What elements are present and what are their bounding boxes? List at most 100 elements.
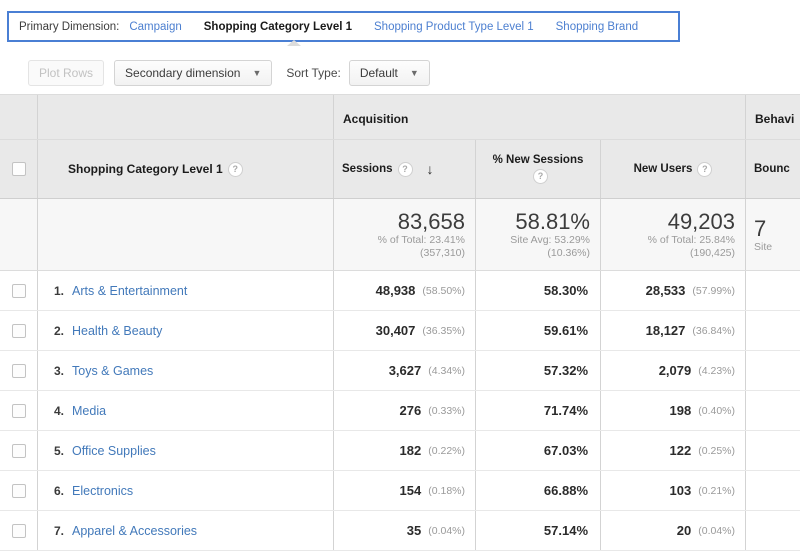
column-header-dimension[interactable]: Shopping Category Level 1 ?	[37, 140, 333, 198]
row-new-sessions-pct-cell: 59.61%	[475, 311, 600, 350]
row-sessions-pct: (4.34%)	[428, 364, 465, 377]
row-select-checkbox-cell	[0, 431, 37, 470]
row-sessions-pct: (36.35%)	[422, 324, 465, 337]
chevron-down-icon: ▼	[252, 67, 262, 78]
summary-new-users-value: 49,203	[667, 209, 735, 234]
help-icon[interactable]: ?	[697, 161, 713, 177]
row-dimension-cell: 6. Electronics	[37, 471, 333, 510]
row-new-users-pct: (0.21%)	[698, 484, 735, 497]
table-group-header-row: Acquisition Behavi	[0, 95, 800, 140]
row-bounce-rate-cell	[745, 471, 800, 510]
row-bounce-rate-cell	[745, 511, 800, 550]
table-row[interactable]: 1. Arts & Entertainment 48,938 (58.50%) …	[0, 271, 800, 311]
row-dimension-link[interactable]: Toys & Games	[72, 364, 153, 378]
help-icon[interactable]: ?	[397, 161, 413, 177]
chevron-down-icon: ▼	[409, 67, 419, 78]
row-dimension-link[interactable]: Health & Beauty	[72, 324, 162, 338]
secondary-dimension-label: Secondary dimension	[125, 66, 241, 80]
select-all-checkbox[interactable]	[11, 162, 26, 176]
row-new-sessions-pct-value: 66.88%	[543, 483, 588, 498]
summary-new-sessions-pct-sub2: (10.36%)	[547, 247, 590, 259]
row-new-sessions-pct-value: 57.14%	[543, 523, 588, 538]
help-icon[interactable]: ?	[227, 161, 243, 177]
bounce-rate-header-label: Bounc	[754, 162, 790, 175]
row-new-sessions-pct-cell: 71.74%	[475, 391, 600, 430]
summary-new-users-cell: 49,203 % of Total: 25.84% (190,425)	[600, 199, 745, 270]
table-column-header-row: Shopping Category Level 1 ? Sessions ? ↓…	[0, 140, 800, 199]
row-sessions-cell: 30,407 (36.35%)	[333, 311, 475, 350]
row-new-users-pct: (4.23%)	[698, 364, 735, 377]
primary-dimension-tab-campaign[interactable]: Campaign	[129, 21, 181, 33]
row-dimension-cell: 3. Toys & Games	[37, 351, 333, 390]
row-sessions-pct: (0.22%)	[428, 444, 465, 457]
group-header-acquisition-cont-1	[475, 95, 600, 139]
row-new-users-pct: (0.40%)	[698, 404, 735, 417]
row-dimension-link[interactable]: Media	[72, 404, 106, 418]
row-bounce-rate-cell	[745, 311, 800, 350]
row-new-users-cell: 198 (0.40%)	[600, 391, 745, 430]
row-new-sessions-pct-cell: 57.14%	[475, 511, 600, 550]
row-new-users-cell: 122 (0.25%)	[600, 431, 745, 470]
summary-bounce-rate-sub1: Site	[754, 240, 773, 253]
primary-dimension-tab-shopping-brand[interactable]: Shopping Brand	[556, 21, 638, 33]
sort-type-value: Default	[359, 66, 398, 80]
row-rank: 2.	[54, 323, 65, 338]
help-icon[interactable]: ?	[533, 169, 548, 185]
primary-dimension-tab-shopping-product-type-level-1[interactable]: Shopping Product Type Level 1	[374, 21, 534, 33]
table-row[interactable]: 3. Toys & Games 3,627 (4.34%) 57.32% 2,0…	[0, 351, 800, 391]
table-row[interactable]: 7. Apparel & Accessories 35 (0.04%) 57.1…	[0, 511, 800, 551]
row-select-checkbox-cell	[0, 311, 37, 350]
table-row[interactable]: 2. Health & Beauty 30,407 (36.35%) 59.61…	[0, 311, 800, 351]
table-row[interactable]: 4. Media 276 (0.33%) 71.74% 198 (0.40%)	[0, 391, 800, 431]
secondary-dimension-dropdown[interactable]: Secondary dimension ▼	[114, 60, 273, 86]
row-new-sessions-pct-value: 67.03%	[543, 443, 588, 458]
sort-type-dropdown[interactable]: Default ▼	[348, 60, 430, 86]
select-all-checkbox-cell	[0, 140, 37, 198]
sort-descending-icon[interactable]: ↓	[427, 162, 434, 176]
row-new-users-value: 198	[669, 403, 692, 418]
row-new-users-cell: 2,079 (4.23%)	[600, 351, 745, 390]
group-header-checkbox-spacer	[0, 95, 37, 139]
dimension-header-label: Shopping Category Level 1	[68, 162, 223, 176]
row-sessions-value: 35	[406, 523, 422, 538]
summary-dimension-spacer	[37, 199, 333, 270]
row-new-sessions-pct-value: 57.32%	[543, 363, 588, 378]
row-bounce-rate-cell	[745, 431, 800, 470]
column-header-sessions[interactable]: Sessions ? ↓	[333, 140, 475, 198]
row-select-checkbox[interactable]	[11, 363, 26, 378]
row-select-checkbox[interactable]	[11, 483, 26, 498]
row-select-checkbox[interactable]	[11, 323, 26, 338]
row-dimension-link[interactable]: Arts & Entertainment	[72, 284, 187, 298]
row-dimension-link[interactable]: Office Supplies	[72, 444, 156, 458]
active-tab-caret-icon	[287, 40, 301, 46]
row-dimension-link[interactable]: Apparel & Accessories	[72, 524, 197, 538]
row-bounce-rate-cell	[745, 391, 800, 430]
row-select-checkbox[interactable]	[11, 283, 26, 298]
column-header-bounce-rate[interactable]: Bounc	[745, 140, 800, 198]
column-header-new-users[interactable]: New Users ?	[600, 140, 745, 198]
row-new-users-value: 103	[669, 483, 692, 498]
row-new-users-value: 28,533	[645, 283, 686, 298]
row-dimension-link[interactable]: Electronics	[72, 484, 133, 498]
row-rank: 3.	[54, 363, 65, 378]
row-sessions-cell: 154 (0.18%)	[333, 471, 475, 510]
row-select-checkbox[interactable]	[11, 443, 26, 458]
row-new-users-cell: 20 (0.04%)	[600, 511, 745, 550]
row-select-checkbox[interactable]	[11, 523, 26, 538]
row-new-users-value: 18,127	[645, 323, 686, 338]
primary-dimension-tab-shopping-category-level-1[interactable]: Shopping Category Level 1	[204, 21, 352, 33]
table-row[interactable]: 5. Office Supplies 182 (0.22%) 67.03% 12…	[0, 431, 800, 471]
summary-sessions-sub1: % of Total: 23.41%	[377, 234, 465, 246]
row-sessions-value: 182	[399, 443, 422, 458]
row-dimension-cell: 1. Arts & Entertainment	[37, 271, 333, 310]
row-select-checkbox[interactable]	[11, 403, 26, 418]
row-new-users-cell: 28,533 (57.99%)	[600, 271, 745, 310]
summary-bounce-rate-value: 7	[754, 215, 767, 241]
row-sessions-cell: 276 (0.33%)	[333, 391, 475, 430]
row-new-users-cell: 103 (0.21%)	[600, 471, 745, 510]
plot-rows-label: Plot Rows	[39, 66, 94, 80]
column-header-new-sessions-pct[interactable]: % New Sessions ?	[475, 140, 600, 198]
row-sessions-pct: (0.04%)	[428, 524, 465, 537]
table-row[interactable]: 6. Electronics 154 (0.18%) 66.88% 103 (0…	[0, 471, 800, 511]
plot-rows-button[interactable]: Plot Rows	[28, 60, 105, 86]
